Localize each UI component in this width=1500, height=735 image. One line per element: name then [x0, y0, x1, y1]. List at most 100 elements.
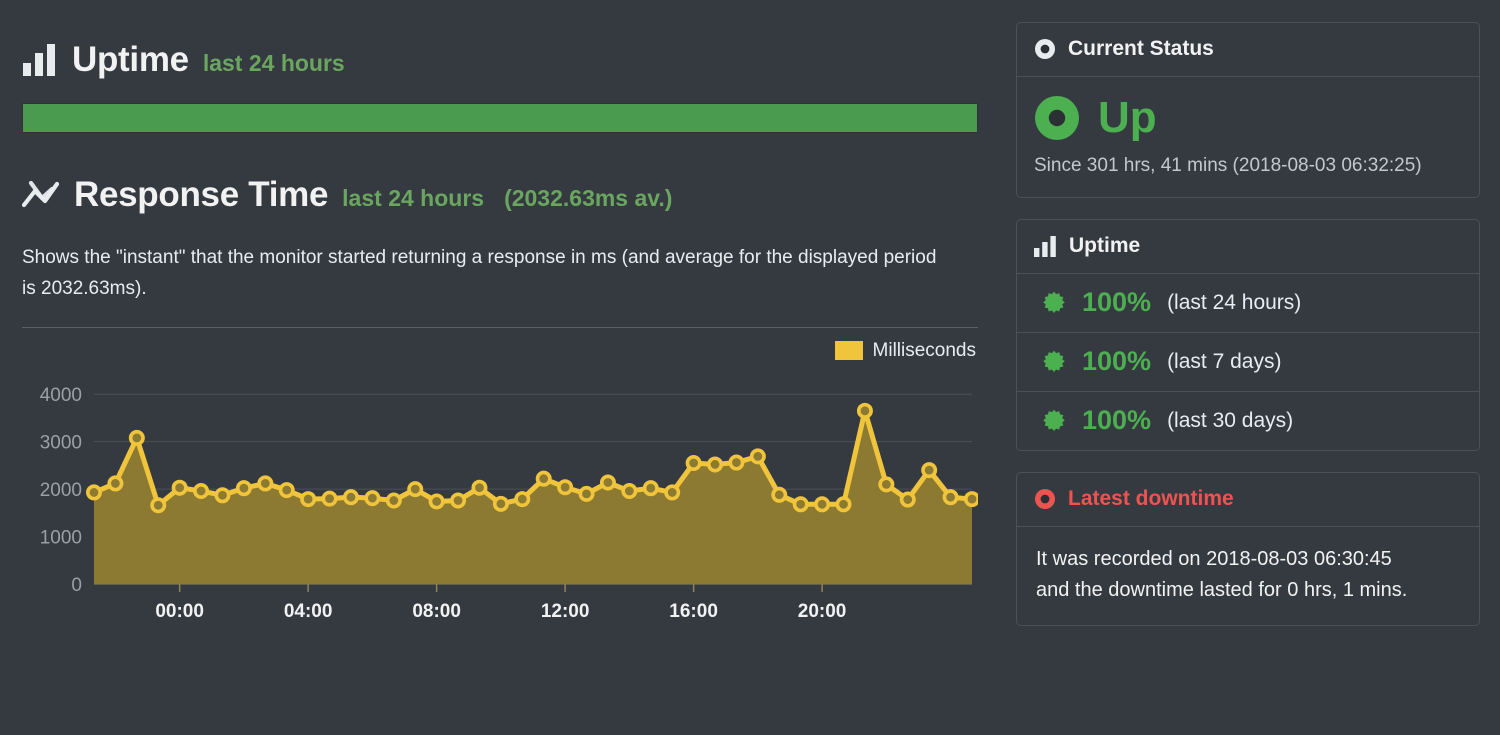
chart-data-point[interactable] — [687, 457, 699, 469]
chart-data-point[interactable] — [794, 498, 806, 510]
uptime-title: Uptime — [72, 42, 189, 77]
chart-canvas[interactable]: 0 1000 2000 3000 4000 00:00 04:00 08:00 12:00 16:… — [22, 366, 978, 626]
chart-data-point[interactable] — [730, 456, 742, 468]
chart-data-point[interactable] — [323, 492, 335, 504]
uptime-bar-segment-up[interactable] — [23, 104, 977, 132]
chart-x-tick-label: 20:00 — [798, 601, 847, 622]
badge-star-icon — [1042, 409, 1066, 433]
chart-data-point[interactable] — [259, 477, 271, 489]
current-status-body: Up Since 301 hrs, 41 mins (2018-08-03 06… — [1017, 77, 1479, 197]
chart-data-point[interactable] — [538, 472, 550, 484]
chart-data-point[interactable] — [430, 495, 442, 507]
chart-x-tick-label: 12:00 — [541, 601, 590, 622]
latest-downtime-header-label: Latest downtime — [1068, 487, 1234, 511]
chart-data-point[interactable] — [88, 486, 100, 498]
chart-y-tick-label: 1000 — [40, 527, 82, 548]
uptime-panel: Uptime 100% (last 24 hours) 100% — [1016, 219, 1480, 451]
chart-data-point[interactable] — [238, 482, 250, 494]
response-time-section-header: Response Time last 24 hours (2032.63ms a… — [22, 133, 978, 212]
chart-data-point[interactable] — [966, 493, 978, 505]
bar-chart-icon — [22, 43, 58, 77]
chart-data-point[interactable] — [366, 492, 378, 504]
current-status-panel: Current Status Up Since 301 hrs, 41 mins… — [1016, 22, 1480, 198]
chart-data-point[interactable] — [216, 489, 228, 501]
uptime-period: (last 30 days) — [1167, 409, 1293, 433]
chart-data-point[interactable] — [666, 486, 678, 498]
chart-data-point[interactable] — [495, 497, 507, 509]
response-time-subtitle: last 24 hours — [342, 187, 484, 210]
legend-swatch-milliseconds — [835, 341, 863, 360]
latest-downtime-line2: and the downtime lasted for 0 hrs, 1 min… — [1036, 575, 1462, 606]
current-status-panel-header: Current Status — [1017, 23, 1479, 77]
chart-data-point[interactable] — [195, 485, 207, 497]
chart-x-tick-label: 00:00 — [155, 601, 204, 622]
chart-data-point[interactable] — [773, 488, 785, 500]
main-content: Uptime last 24 hours Response Time last … — [0, 0, 1000, 735]
response-time-chart[interactable]: Milliseconds 0 1000 2000 3000 4000 00:00 04:00… — [22, 336, 978, 626]
sidebar: Current Status Up Since 301 hrs, 41 mins… — [1016, 22, 1480, 647]
uptime-section-header: Uptime last 24 hours — [22, 0, 978, 77]
downtime-circle-icon — [1034, 488, 1056, 510]
chart-data-point[interactable] — [709, 458, 721, 470]
chart-data-point[interactable] — [559, 481, 571, 493]
chart-data-point[interactable] — [752, 450, 764, 462]
latest-downtime-panel-header: Latest downtime — [1017, 473, 1479, 527]
chart-data-point[interactable] — [152, 499, 164, 511]
chart-data-point[interactable] — [923, 464, 935, 476]
chart-data-point[interactable] — [109, 477, 121, 489]
chart-y-tick-label: 2000 — [40, 480, 82, 501]
chart-x-tick-label: 16:00 — [669, 601, 718, 622]
chart-data-point[interactable] — [859, 404, 871, 416]
current-status-header-label: Current Status — [1068, 37, 1214, 61]
chart-data-point[interactable] — [173, 481, 185, 493]
response-time-average: (2032.63ms av.) — [504, 187, 672, 210]
chart-data-point[interactable] — [131, 431, 143, 443]
chart-data-point[interactable] — [516, 493, 528, 505]
uptime-percent: 100% — [1082, 407, 1151, 434]
chart-y-tick-label: 3000 — [40, 432, 82, 453]
chart-data-point[interactable] — [880, 478, 892, 490]
chart-data-point[interactable] — [623, 485, 635, 497]
badge-star-icon — [1042, 291, 1066, 315]
chart-data-point[interactable] — [944, 491, 956, 503]
chart-data-point[interactable] — [902, 493, 914, 505]
status-circle-icon — [1034, 38, 1056, 60]
uptime-dashboard: Uptime last 24 hours Response Time last … — [0, 0, 1500, 735]
chart-data-point[interactable] — [452, 494, 464, 506]
chart-data-point[interactable] — [816, 498, 828, 510]
status-up-circle-icon — [1034, 95, 1080, 141]
uptime-percent: 100% — [1082, 289, 1151, 316]
uptime-row: 100% (last 24 hours) — [1017, 274, 1479, 333]
chart-data-point[interactable] — [302, 493, 314, 505]
chart-data-point[interactable] — [473, 481, 485, 493]
response-time-description: Shows the "instant" that the monitor sta… — [22, 242, 942, 305]
section-divider — [22, 327, 978, 328]
uptime-row: 100% (last 7 days) — [1017, 333, 1479, 392]
uptime-bar[interactable] — [22, 103, 978, 133]
uptime-subtitle: last 24 hours — [203, 52, 345, 75]
latest-downtime-line1: It was recorded on 2018-08-03 06:30:45 — [1036, 544, 1462, 575]
current-status-state: Up — [1098, 96, 1157, 140]
chart-legend[interactable]: Milliseconds — [835, 340, 976, 362]
bar-chart-icon — [1034, 236, 1057, 257]
chart-x-tick-label: 04:00 — [284, 601, 333, 622]
chart-data-point[interactable] — [388, 494, 400, 506]
chart-data-point[interactable] — [645, 482, 657, 494]
chart-data-point[interactable] — [837, 498, 849, 510]
chart-x-tick-label: 08:00 — [412, 601, 461, 622]
uptime-panel-header-label: Uptime — [1069, 234, 1140, 258]
uptime-period: (last 7 days) — [1167, 350, 1281, 374]
chart-y-tick-label: 0 — [71, 575, 82, 596]
current-status-since: Since 301 hrs, 41 mins (2018-08-03 06:32… — [1034, 155, 1462, 177]
chart-data-point[interactable] — [345, 491, 357, 503]
chart-data-point[interactable] — [409, 483, 421, 495]
latest-downtime-panel: Latest downtime It was recorded on 2018-… — [1016, 472, 1480, 626]
chart-data-point[interactable] — [602, 476, 614, 488]
response-time-title: Response Time — [74, 177, 328, 212]
uptime-row: 100% (last 30 days) — [1017, 392, 1479, 450]
chart-data-point[interactable] — [281, 484, 293, 496]
chart-y-tick-label: 4000 — [40, 385, 82, 406]
line-chart-icon — [22, 179, 60, 211]
chart-data-point[interactable] — [580, 487, 592, 499]
latest-downtime-body: It was recorded on 2018-08-03 06:30:45 a… — [1017, 527, 1479, 625]
